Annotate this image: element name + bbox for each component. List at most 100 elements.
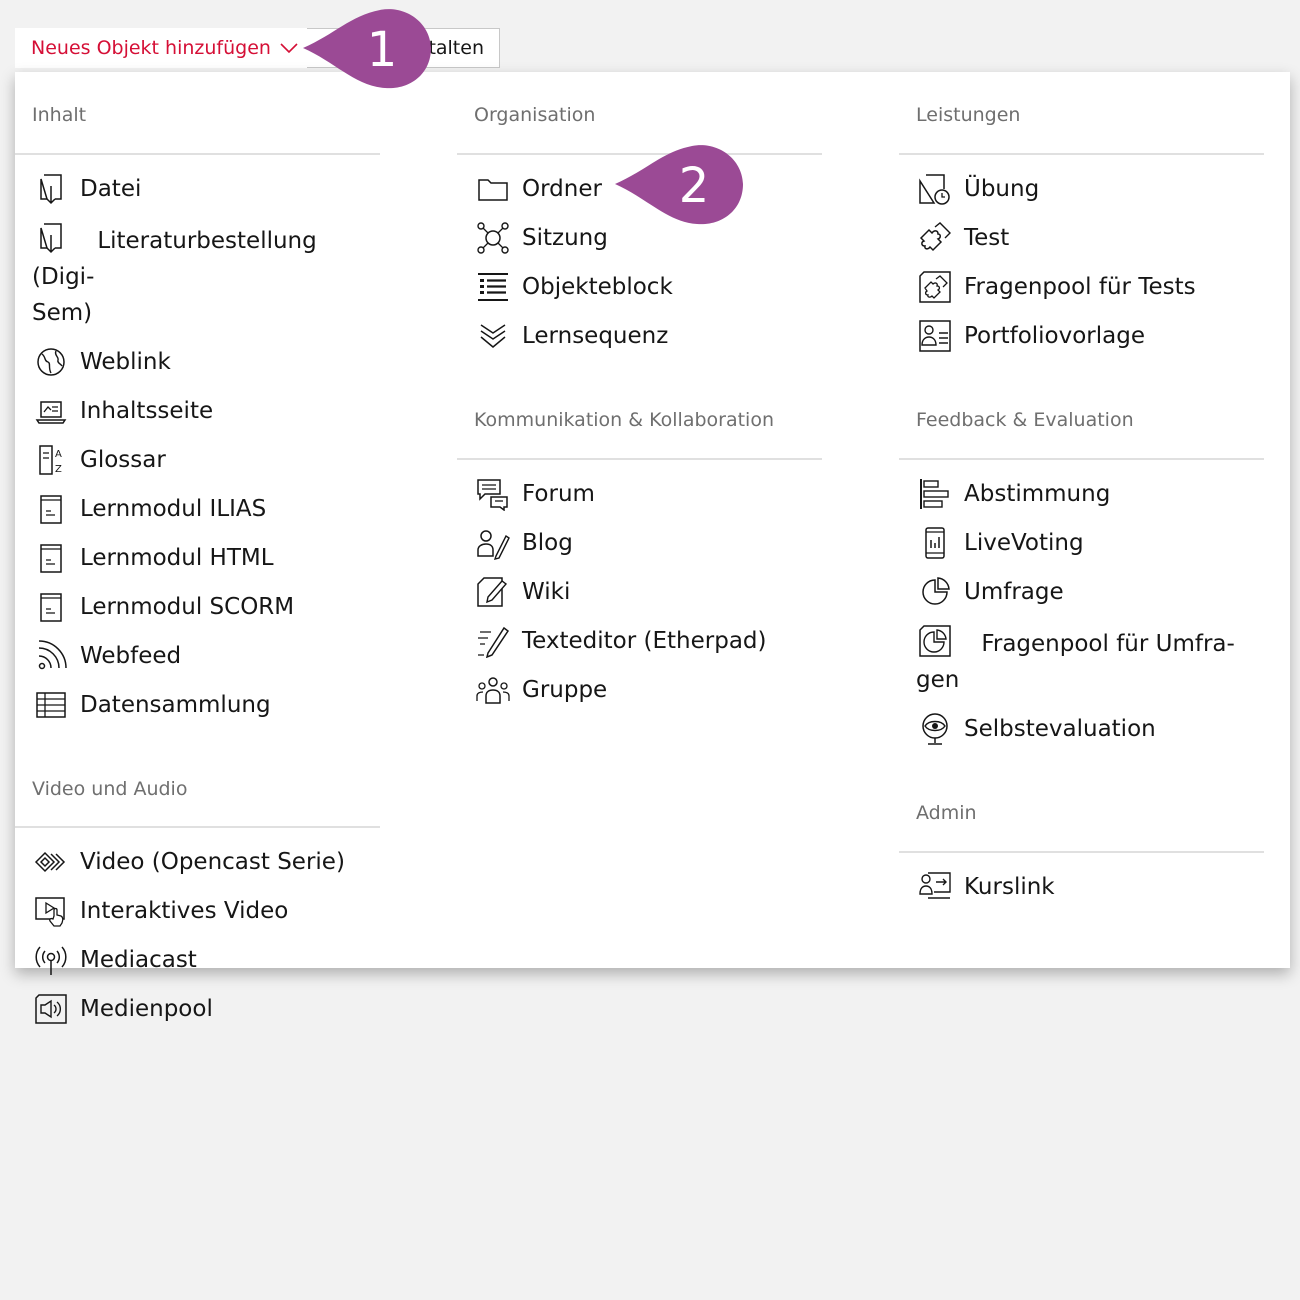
table-grid-icon bbox=[36, 692, 66, 718]
callout-marker-1: 1 bbox=[303, 9, 431, 89]
menu-item-abstimmung[interactable]: Abstimmung bbox=[899, 470, 1264, 519]
svg-text:A: A bbox=[55, 449, 62, 460]
pie-pool-icon bbox=[919, 625, 951, 657]
rss-feed-icon bbox=[38, 640, 67, 670]
section-title-feedback: Feedback & Evaluation bbox=[899, 367, 1264, 460]
media-speaker-icon bbox=[35, 994, 67, 1024]
menu-item-datei[interactable]: Datei bbox=[15, 165, 380, 214]
menu-item-inhaltsseite[interactable]: Inhaltsseite bbox=[15, 387, 380, 436]
menu-item-lernmodul-scorm[interactable]: Lernmodul SCORM bbox=[15, 583, 380, 632]
menu-item-medienpool[interactable]: Medienpool bbox=[15, 985, 380, 1034]
glossary-az-icon: AZ bbox=[39, 445, 62, 475]
module-document-icon bbox=[40, 495, 62, 524]
menu-item-label: LiveVoting bbox=[964, 530, 1084, 556]
menu-item-label: Literaturbestellung (Digi- Sem) bbox=[32, 228, 317, 326]
menu-item-umfrage[interactable]: Umfrage bbox=[899, 568, 1264, 617]
add-object-button[interactable]: Neues Objekt hinzufügen bbox=[15, 28, 307, 68]
menu-item-interaktives-video[interactable]: Interaktives Video bbox=[15, 887, 380, 936]
menu-item-label: Lernmodul HTML bbox=[80, 545, 274, 571]
menu-item-weblink[interactable]: Weblink bbox=[15, 338, 380, 387]
menu-item-wiki[interactable]: Wiki bbox=[457, 568, 822, 617]
menu-item-lernmodul-ilias[interactable]: Lernmodul ILIAS bbox=[15, 485, 380, 534]
module-document-icon bbox=[40, 544, 62, 573]
menu-item-label: Inhaltsseite bbox=[80, 398, 214, 424]
callout-marker-2: 2 bbox=[615, 145, 743, 225]
menu-item-label: Datei bbox=[80, 176, 142, 202]
section-title-leistungen: Leistungen bbox=[899, 72, 1264, 155]
menu-item-gruppe[interactable]: Gruppe bbox=[457, 666, 822, 715]
folder-icon bbox=[478, 179, 508, 201]
menu-item-forum[interactable]: Forum bbox=[457, 470, 822, 519]
menu-item-label: Gruppe bbox=[522, 677, 608, 703]
interactive-video-icon bbox=[35, 897, 65, 927]
broadcast-icon bbox=[35, 946, 67, 975]
laptop-page-icon bbox=[35, 401, 67, 424]
menu-item-label: Test bbox=[964, 225, 1010, 251]
menu-item-blog[interactable]: Blog bbox=[457, 519, 822, 568]
menu-item-fragenpool-umfragen[interactable]: Fragenpool für Umfra-gen bbox=[899, 617, 1264, 705]
menu-item-label: Weblink bbox=[80, 349, 171, 375]
menu-item-mediacast[interactable]: Mediacast bbox=[15, 936, 380, 985]
edit-page-icon bbox=[477, 577, 508, 607]
menu-item-label: Video (Opencast Serie) bbox=[80, 849, 345, 875]
menu-item-objekteblock[interactable]: Objekteblock bbox=[457, 263, 822, 312]
exercise-clock-icon bbox=[919, 174, 950, 205]
svg-text:Z: Z bbox=[55, 464, 62, 475]
section-title-kommunikation: Kommunikation & Kollaboration bbox=[457, 367, 822, 460]
menu-item-literaturbestellung[interactable]: Literaturbestellung (Digi- Sem) bbox=[15, 214, 380, 338]
menu-item-label: Texteditor (Etherpad) bbox=[522, 628, 767, 654]
menu-item-fragenpool-tests[interactable]: Fragenpool für Tests bbox=[899, 263, 1264, 312]
callout-number-1: 1 bbox=[367, 22, 398, 78]
menu-item-lernsequenz[interactable]: Lernsequenz bbox=[457, 312, 822, 361]
menu-item-uebung[interactable]: Übung bbox=[899, 165, 1264, 214]
menu-item-label: Interaktives Video bbox=[80, 898, 289, 924]
menu-item-label: Portfoliovorlage bbox=[964, 323, 1145, 349]
menu-item-glossar[interactable]: AZ Glossar bbox=[15, 436, 380, 485]
menu-item-lernmodul-html[interactable]: Lernmodul HTML bbox=[15, 534, 380, 583]
menu-item-kurslink[interactable]: Kurslink bbox=[899, 863, 1264, 912]
eye-stand-icon bbox=[922, 713, 948, 745]
menu-item-label: Medienpool bbox=[80, 996, 213, 1022]
section-title-admin: Admin bbox=[899, 760, 1264, 853]
pencil-lines-icon bbox=[478, 626, 510, 658]
menu-item-datensammlung[interactable]: Datensammlung bbox=[15, 681, 380, 730]
course-link-icon bbox=[919, 872, 951, 899]
add-object-label: Neues Objekt hinzufügen bbox=[31, 37, 271, 59]
phone-chart-icon bbox=[925, 527, 945, 559]
puzzle-pool-icon bbox=[919, 271, 951, 303]
menu-item-label: Objekteblock bbox=[522, 274, 673, 300]
bar-poll-icon bbox=[920, 479, 949, 509]
menu-item-label: Lernsequenz bbox=[522, 323, 669, 349]
menu-item-portfoliovorlage[interactable]: Portfoliovorlage bbox=[899, 312, 1264, 361]
list-block-icon bbox=[478, 273, 508, 301]
menu-item-label: Übung bbox=[964, 176, 1040, 202]
person-pen-icon bbox=[477, 530, 510, 560]
menu-item-label: Lernmodul SCORM bbox=[80, 594, 295, 620]
menu-item-selbstevaluation[interactable]: Selbstevaluation bbox=[899, 705, 1264, 754]
menu-item-label: Datensammlung bbox=[80, 692, 271, 718]
menu-item-label: Lernmodul ILIAS bbox=[80, 496, 267, 522]
menu-item-opencast[interactable]: Video (Opencast Serie) bbox=[15, 838, 380, 887]
chevron-stack-icon bbox=[480, 324, 506, 348]
chat-bubbles-icon bbox=[477, 479, 508, 511]
session-network-icon bbox=[477, 222, 509, 254]
menu-item-label: Fragenpool für Umfra-gen bbox=[916, 631, 1235, 693]
callout-number-2: 2 bbox=[679, 158, 710, 214]
section-title-video: Video und Audio bbox=[15, 736, 380, 828]
menu-item-test[interactable]: Test bbox=[899, 214, 1264, 263]
menu-item-label: Selbstevaluation bbox=[964, 716, 1156, 742]
menu-item-label: Blog bbox=[522, 530, 573, 556]
globe-link-icon bbox=[37, 348, 65, 376]
pie-survey-icon bbox=[922, 577, 950, 605]
menu-item-webfeed[interactable]: Webfeed bbox=[15, 632, 380, 681]
column-inhalt: Inhalt Datei Literaturbestellung (Digi- S… bbox=[15, 72, 380, 1040]
menu-item-livevoting[interactable]: LiveVoting bbox=[899, 519, 1264, 568]
edit-page-label: talten bbox=[428, 37, 484, 59]
opencast-icon bbox=[34, 851, 66, 873]
menu-item-label: Fragenpool für Tests bbox=[964, 274, 1196, 300]
menu-item-texteditor[interactable]: Texteditor (Etherpad) bbox=[457, 617, 822, 666]
portfolio-card-icon bbox=[919, 320, 951, 352]
menu-item-label: Kurslink bbox=[964, 874, 1055, 900]
file-download-icon bbox=[40, 223, 62, 254]
menu-item-label: Glossar bbox=[80, 447, 166, 473]
